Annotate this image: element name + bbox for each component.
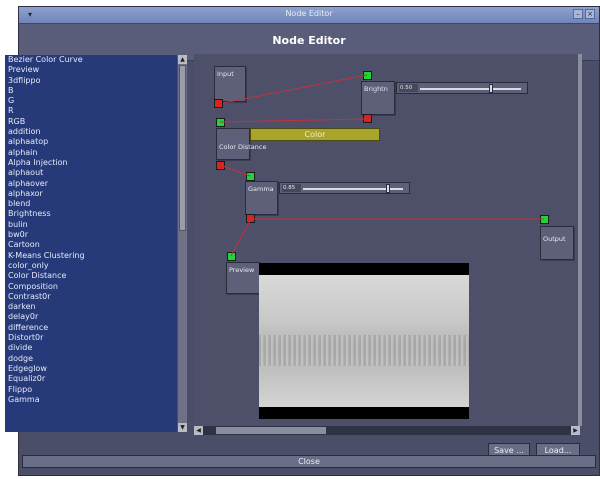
color-picker-bar[interactable]: Color (250, 128, 380, 141)
list-item[interactable]: Edgeglow (5, 364, 177, 374)
brightness-value: 0.50 (399, 84, 418, 92)
list-item[interactable]: B (5, 86, 177, 96)
gamma-input-port[interactable] (246, 172, 255, 181)
scroll-up-arrow-icon[interactable]: ▲ (178, 55, 187, 64)
list-scrollbar[interactable]: ▲ ▼ (178, 55, 187, 432)
canvas-horizontal-scrollbar[interactable]: ◀ ▶ (194, 426, 580, 435)
node-preview-label: Preview (229, 266, 255, 274)
list-item[interactable]: G (5, 96, 177, 106)
list-item[interactable]: K-Means Clustering (5, 251, 177, 261)
list-item[interactable]: Composition (5, 282, 177, 292)
list-item[interactable]: Distort0r (5, 333, 177, 343)
list-item[interactable]: Equaliz0r (5, 374, 177, 384)
list-item[interactable]: Bezier Color Curve (5, 55, 177, 65)
node-input-label: Input (217, 70, 234, 78)
list-item[interactable]: Contrast0r (5, 292, 177, 302)
list-item[interactable]: dodge (5, 354, 177, 364)
input-output-port[interactable] (214, 99, 223, 108)
canvas-vertical-scrollbar[interactable] (578, 54, 582, 426)
node-brightness[interactable]: Brightn (361, 81, 395, 115)
list-item[interactable]: Flippo (5, 385, 177, 395)
list-item[interactable]: bw0r (5, 230, 177, 240)
list-item[interactable]: alphaover (5, 179, 177, 189)
list-item[interactable]: blend (5, 199, 177, 209)
list-item[interactable]: addition (5, 127, 177, 137)
gamma-slider[interactable]: 0.85 (279, 182, 410, 194)
output-input-port[interactable] (540, 215, 549, 224)
list-item[interactable]: alphaxor (5, 189, 177, 199)
list-item[interactable]: delay0r (5, 312, 177, 322)
list-item[interactable]: Alpha Injection (5, 158, 177, 168)
preview-image (259, 263, 469, 419)
list-scroll-thumb[interactable] (179, 65, 186, 231)
page-title: Node Editor (272, 34, 346, 47)
node-preview[interactable]: Preview (226, 262, 260, 294)
list-item[interactable]: darken (5, 302, 177, 312)
list-item[interactable]: divide (5, 343, 177, 353)
list-item[interactable]: Color Distance (5, 271, 177, 281)
node-color-distance[interactable]: Color Distance (216, 128, 266, 160)
minimize-button[interactable]: – (573, 9, 583, 19)
color-distance-output-port[interactable] (216, 161, 225, 170)
list-item[interactable]: alphaout (5, 168, 177, 178)
list-item[interactable]: Brightness (5, 209, 177, 219)
scroll-left-arrow-icon[interactable]: ◀ (194, 426, 203, 435)
brightness-input-port[interactable] (363, 71, 372, 80)
list-item[interactable]: alphaatop (5, 137, 177, 147)
gamma-knob[interactable] (386, 184, 390, 193)
list-item[interactable]: RGB (5, 117, 177, 127)
scroll-down-arrow-icon[interactable]: ▼ (178, 423, 187, 432)
window-title: Node Editor (285, 9, 333, 18)
list-item[interactable]: Preview (5, 65, 177, 75)
gamma-output-port[interactable] (246, 214, 255, 223)
list-item[interactable]: R (5, 106, 177, 116)
canvas-scroll-thumb[interactable] (216, 427, 326, 434)
brightness-knob[interactable] (488, 84, 493, 93)
close-button[interactable]: Close (22, 455, 596, 468)
scroll-right-arrow-icon[interactable]: ▶ (571, 426, 580, 435)
color-distance-input-port[interactable] (216, 118, 225, 127)
brightness-output-port[interactable] (363, 114, 372, 123)
list-item[interactable]: color_only (5, 261, 177, 271)
node-brightness-label: Brightn (364, 85, 388, 93)
node-output-label: Output (543, 235, 566, 243)
node-input[interactable]: Input (214, 66, 246, 102)
brightness-slider[interactable]: 0.50 (396, 82, 528, 94)
list-item[interactable]: 3dflippo (5, 76, 177, 86)
close-window-button[interactable]: × (585, 9, 595, 19)
preview-input-port[interactable] (227, 252, 236, 261)
node-type-list[interactable]: Bezier Color Curve Preview 3dflippo B G R RGB a… (5, 55, 177, 432)
brightness-track (420, 88, 521, 90)
list-item[interactable]: difference (5, 323, 177, 333)
list-item[interactable]: bulin (5, 220, 177, 230)
list-item[interactable]: Cartoon (5, 240, 177, 250)
node-output[interactable]: Output (540, 226, 574, 260)
gamma-value: 0.85 (282, 184, 301, 192)
node-gamma-label: Gamma (248, 185, 274, 193)
list-item[interactable]: alphain (5, 148, 177, 158)
title-bar[interactable]: ▾ Node Editor – × (19, 7, 599, 24)
node-gamma[interactable]: Gamma (245, 181, 278, 215)
list-item[interactable]: Gamma (5, 395, 177, 405)
node-color-distance-label: Color Distance (219, 143, 267, 151)
